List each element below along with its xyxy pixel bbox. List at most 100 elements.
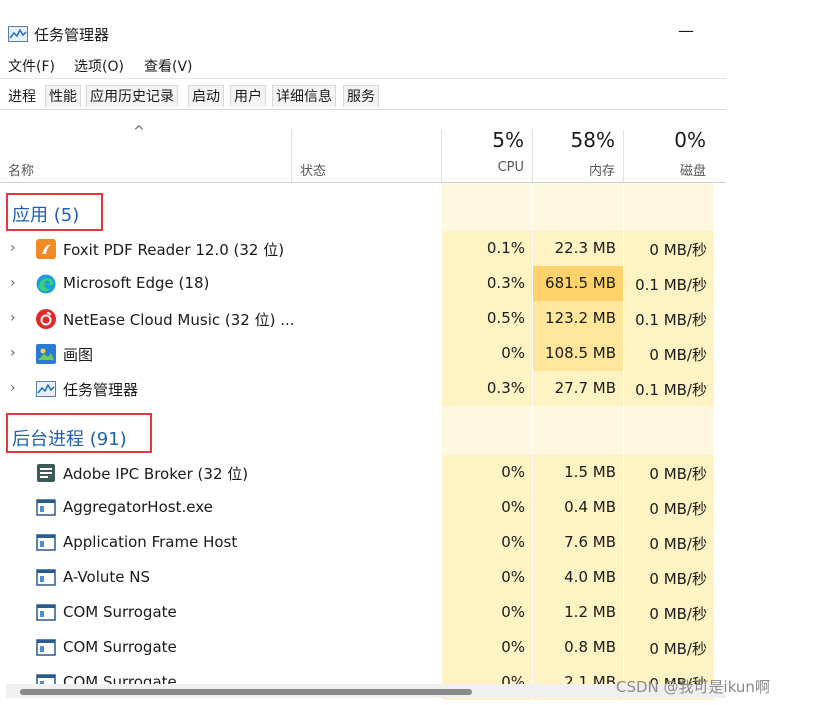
- column-divider[interactable]: [532, 130, 533, 182]
- foxit-icon: [36, 239, 56, 259]
- process-name: Microsoft Edge (18): [63, 274, 210, 292]
- process-row[interactable]: COM Surrogate 0% 1.2 MB 0 MB/秒: [0, 595, 726, 630]
- process-row[interactable]: › Foxit PDF Reader 12.0 (32 位) 0.1% 22.3…: [0, 231, 726, 266]
- annotation-box: [6, 413, 152, 453]
- menu-file[interactable]: 文件(F): [8, 56, 55, 76]
- cpu-total-percent: 5%: [492, 128, 524, 152]
- disk-value: 0.1 MB/秒: [635, 276, 707, 294]
- memory-value: 22.3 MB: [554, 239, 616, 257]
- task-manager-icon: [36, 381, 56, 397]
- chevron-right-icon[interactable]: ›: [10, 380, 16, 396]
- tab-services[interactable]: 服务: [343, 85, 379, 107]
- tab-performance[interactable]: 性能: [45, 85, 81, 107]
- tab-users[interactable]: 用户: [230, 85, 266, 107]
- menu-view[interactable]: 查看(V): [144, 56, 193, 76]
- minimize-button[interactable]: —: [676, 20, 696, 46]
- memory-value: 4.0 MB: [564, 568, 616, 586]
- disk-value: 0 MB/秒: [649, 346, 707, 364]
- process-name: A-Volute NS: [63, 568, 151, 586]
- disk-value: 0.1 MB/秒: [635, 311, 707, 329]
- memory-value: 7.6 MB: [564, 533, 616, 551]
- cpu-value: 0%: [501, 498, 525, 516]
- disk-value: 0.1 MB/秒: [635, 381, 707, 399]
- process-name: Application Frame Host: [63, 533, 238, 551]
- disk-value: 0 MB/秒: [649, 570, 707, 588]
- column-divider[interactable]: [291, 130, 292, 182]
- column-status[interactable]: 状态: [300, 160, 326, 179]
- column-divider[interactable]: [441, 130, 442, 182]
- cpu-value: 0%: [501, 638, 525, 656]
- memory-value: 108.5 MB: [545, 344, 616, 362]
- cpu-value: 0%: [501, 568, 525, 586]
- memory-value: 27.7 MB: [554, 379, 616, 397]
- process-row[interactable]: A-Volute NS 0% 4.0 MB 0 MB/秒: [0, 560, 726, 595]
- cpu-value: 0%: [501, 533, 525, 551]
- disk-total-percent: 0%: [674, 128, 706, 152]
- chevron-right-icon[interactable]: ›: [10, 275, 16, 291]
- cpu-value: 0.5%: [486, 309, 525, 327]
- chevron-right-icon[interactable]: ›: [10, 240, 16, 256]
- window-icon: [36, 499, 56, 516]
- disk-value: 0 MB/秒: [649, 605, 707, 623]
- process-row[interactable]: › NetEase Cloud Music (32 位) ... 0.5% 12…: [0, 301, 726, 336]
- group-apps[interactable]: 应用 (5): [0, 189, 726, 233]
- window-icon: [36, 569, 56, 586]
- memory-total-percent: 58%: [570, 128, 615, 152]
- memory-value: 1.5 MB: [564, 463, 616, 481]
- column-name[interactable]: 名称: [8, 160, 34, 179]
- tab-app-history[interactable]: 应用历史记录: [86, 85, 178, 107]
- task-manager-icon: [8, 26, 28, 42]
- scrollbar-thumb[interactable]: [20, 689, 472, 695]
- disk-value: 0 MB/秒: [649, 500, 707, 518]
- memory-value: 681.5 MB: [545, 274, 616, 292]
- window-title: 任务管理器: [34, 26, 110, 44]
- edge-icon: [36, 274, 56, 294]
- watermark: CSDN @我可是ikun啊: [616, 678, 770, 696]
- process-row[interactable]: › 任务管理器 0.3% 27.7 MB 0.1 MB/秒: [0, 371, 726, 406]
- netease-icon: [36, 309, 56, 329]
- menu-bar: 文件(F) 选项(O) 查看(V): [0, 54, 726, 79]
- disk-value: 0 MB/秒: [649, 465, 707, 483]
- cpu-value: 0%: [501, 344, 525, 362]
- disk-value: 0 MB/秒: [649, 535, 707, 553]
- process-name: Foxit PDF Reader 12.0 (32 位): [63, 241, 285, 259]
- process-name: NetEase Cloud Music (32 位) ...: [63, 311, 295, 329]
- process-row[interactable]: › 画图 0% 108.5 MB 0 MB/秒: [0, 336, 726, 371]
- disk-value: 0 MB/秒: [649, 640, 707, 658]
- memory-value: 123.2 MB: [545, 309, 616, 327]
- tab-startup[interactable]: 启动: [188, 85, 224, 107]
- process-row[interactable]: › Microsoft Edge (18) 0.3% 681.5 MB 0.1 …: [0, 266, 726, 301]
- tab-details[interactable]: 详细信息: [272, 85, 336, 107]
- window-icon: [36, 604, 56, 621]
- process-row[interactable]: COM Surrogate 0% 0.8 MB 0 MB/秒: [0, 630, 726, 665]
- tab-processes[interactable]: 进程: [4, 85, 40, 107]
- column-divider[interactable]: [623, 130, 624, 182]
- process-row[interactable]: Application Frame Host 0% 7.6 MB 0 MB/秒: [0, 525, 726, 560]
- memory-value: 0.4 MB: [564, 498, 616, 516]
- chevron-right-icon[interactable]: ›: [10, 345, 16, 361]
- process-name: Adobe IPC Broker (32 位): [63, 465, 249, 483]
- chevron-right-icon[interactable]: ›: [10, 310, 16, 326]
- column-disk[interactable]: 磁盘: [626, 160, 706, 179]
- column-header: ^ 名称 状态 5% CPU 58% 内存 0% 磁盘: [0, 124, 726, 183]
- memory-value: 0.8 MB: [564, 638, 616, 656]
- process-row[interactable]: AggregatorHost.exe 0% 0.4 MB 0 MB/秒: [0, 490, 726, 525]
- cpu-value: 0.3%: [486, 379, 525, 397]
- tab-bar: 进程 性能 应用历史记录 启动 用户 详细信息 服务: [0, 83, 726, 110]
- paint-icon: [36, 344, 56, 364]
- process-name: 任务管理器: [63, 381, 139, 399]
- process-name: 画图: [63, 346, 94, 364]
- column-cpu[interactable]: CPU: [444, 160, 524, 175]
- column-memory[interactable]: 内存: [535, 160, 615, 179]
- adobe-icon: [37, 464, 55, 482]
- process-name: COM Surrogate: [63, 603, 177, 621]
- cpu-value: 0%: [501, 463, 525, 481]
- disk-value: 0 MB/秒: [649, 241, 707, 259]
- memory-value: 1.2 MB: [564, 603, 616, 621]
- cpu-value: 0.1%: [486, 239, 525, 257]
- annotation-box: [6, 193, 103, 231]
- process-row[interactable]: Adobe IPC Broker (32 位) 0% 1.5 MB 0 MB/秒: [0, 455, 726, 490]
- sort-up-icon[interactable]: ^: [133, 124, 145, 140]
- menu-options[interactable]: 选项(O): [74, 56, 124, 76]
- cpu-value: 0.3%: [486, 274, 525, 292]
